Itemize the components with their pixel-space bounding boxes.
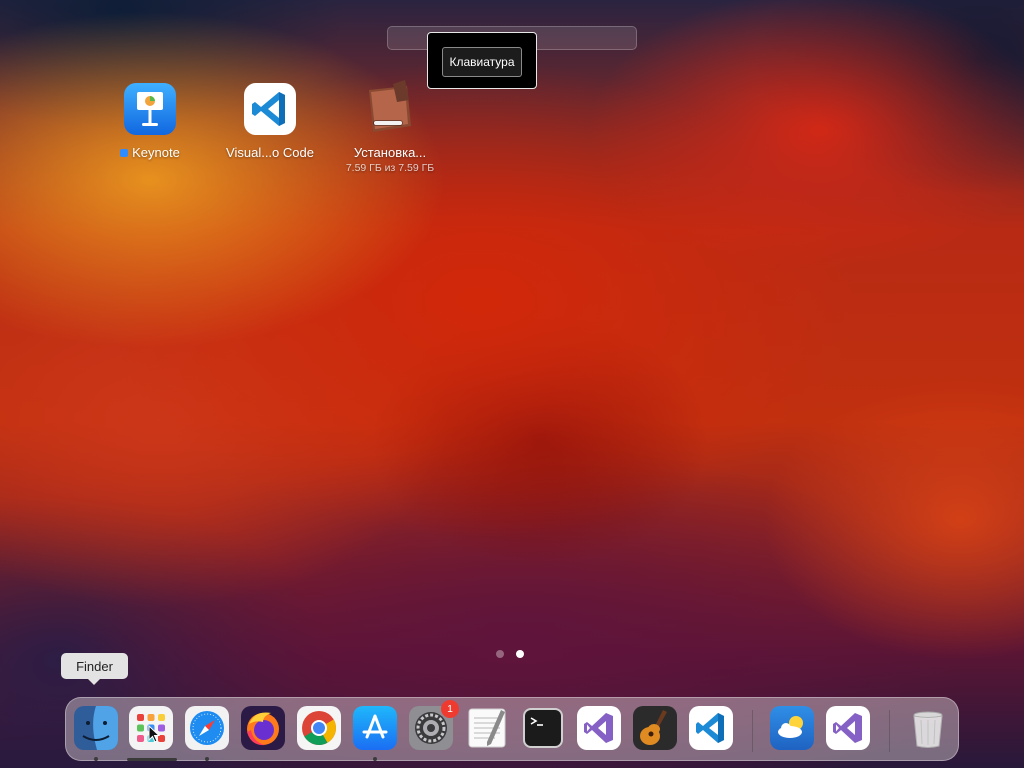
keyboard-tooltip-label: Клавиатура — [442, 47, 522, 77]
vscode-icon — [244, 83, 296, 135]
app-label: Установка... — [353, 145, 427, 160]
dock-app-store[interactable] — [353, 706, 397, 750]
weather-icon — [770, 706, 814, 750]
running-indicator — [205, 757, 209, 761]
chrome-icon — [302, 711, 336, 745]
dock-visual-studio-2[interactable] — [826, 706, 870, 750]
launchpad-app-installer[interactable]: Установка... 7.59 ГБ из 7.59 ГБ — [330, 80, 450, 174]
dock-visual-studio[interactable] — [577, 706, 621, 750]
app-label: Visual...o Code — [226, 145, 314, 160]
dock-tooltip: Finder — [61, 653, 128, 685]
macos-installer-icon — [363, 80, 417, 136]
page-dot[interactable] — [496, 650, 504, 658]
visual-studio-icon — [833, 713, 862, 743]
dock-launchpad[interactable] — [129, 706, 173, 750]
vscode-icon — [696, 713, 724, 743]
dock-textedit[interactable] — [465, 706, 509, 750]
dock-separator — [752, 710, 753, 752]
running-indicator — [373, 757, 377, 761]
dock-system-settings[interactable]: 1 — [409, 700, 459, 750]
launchpad-app-vscode[interactable]: Visual...o Code — [210, 83, 330, 160]
trash-icon — [913, 711, 943, 748]
dock-separator — [889, 710, 890, 752]
dock-chrome[interactable] — [297, 706, 341, 750]
dock-finder[interactable] — [74, 706, 118, 750]
dock-terminal[interactable] — [521, 706, 565, 750]
textedit-icon — [468, 708, 506, 748]
dock: 1 — [65, 697, 959, 761]
launchpad-app-keynote[interactable]: Keynote — [90, 83, 210, 160]
running-indicator — [94, 757, 98, 761]
finder-icon — [74, 706, 118, 750]
dock-garageband[interactable] — [633, 706, 677, 750]
page-dot-active[interactable] — [516, 650, 524, 658]
notification-badge: 1 — [441, 700, 459, 718]
launchpad-icon — [137, 714, 165, 743]
dock-firefox[interactable] — [241, 706, 285, 750]
download-progress-text: 7.59 ГБ из 7.59 ГБ — [345, 162, 435, 174]
dock-safari[interactable] — [185, 706, 229, 750]
dock-weather[interactable] — [770, 706, 814, 750]
visual-studio-icon — [584, 713, 613, 743]
dock-vscode[interactable] — [689, 706, 733, 750]
keynote-icon — [124, 83, 176, 135]
garageband-icon — [633, 706, 677, 750]
app-label: Keynote — [132, 145, 180, 160]
safari-icon — [185, 706, 229, 750]
launching-indicator — [127, 758, 177, 761]
new-app-indicator — [120, 149, 129, 157]
dock-trash[interactable] — [906, 706, 950, 750]
firefox-icon — [241, 706, 285, 750]
terminal-icon — [523, 708, 563, 748]
app-store-icon — [353, 706, 397, 750]
page-indicator — [496, 650, 524, 658]
